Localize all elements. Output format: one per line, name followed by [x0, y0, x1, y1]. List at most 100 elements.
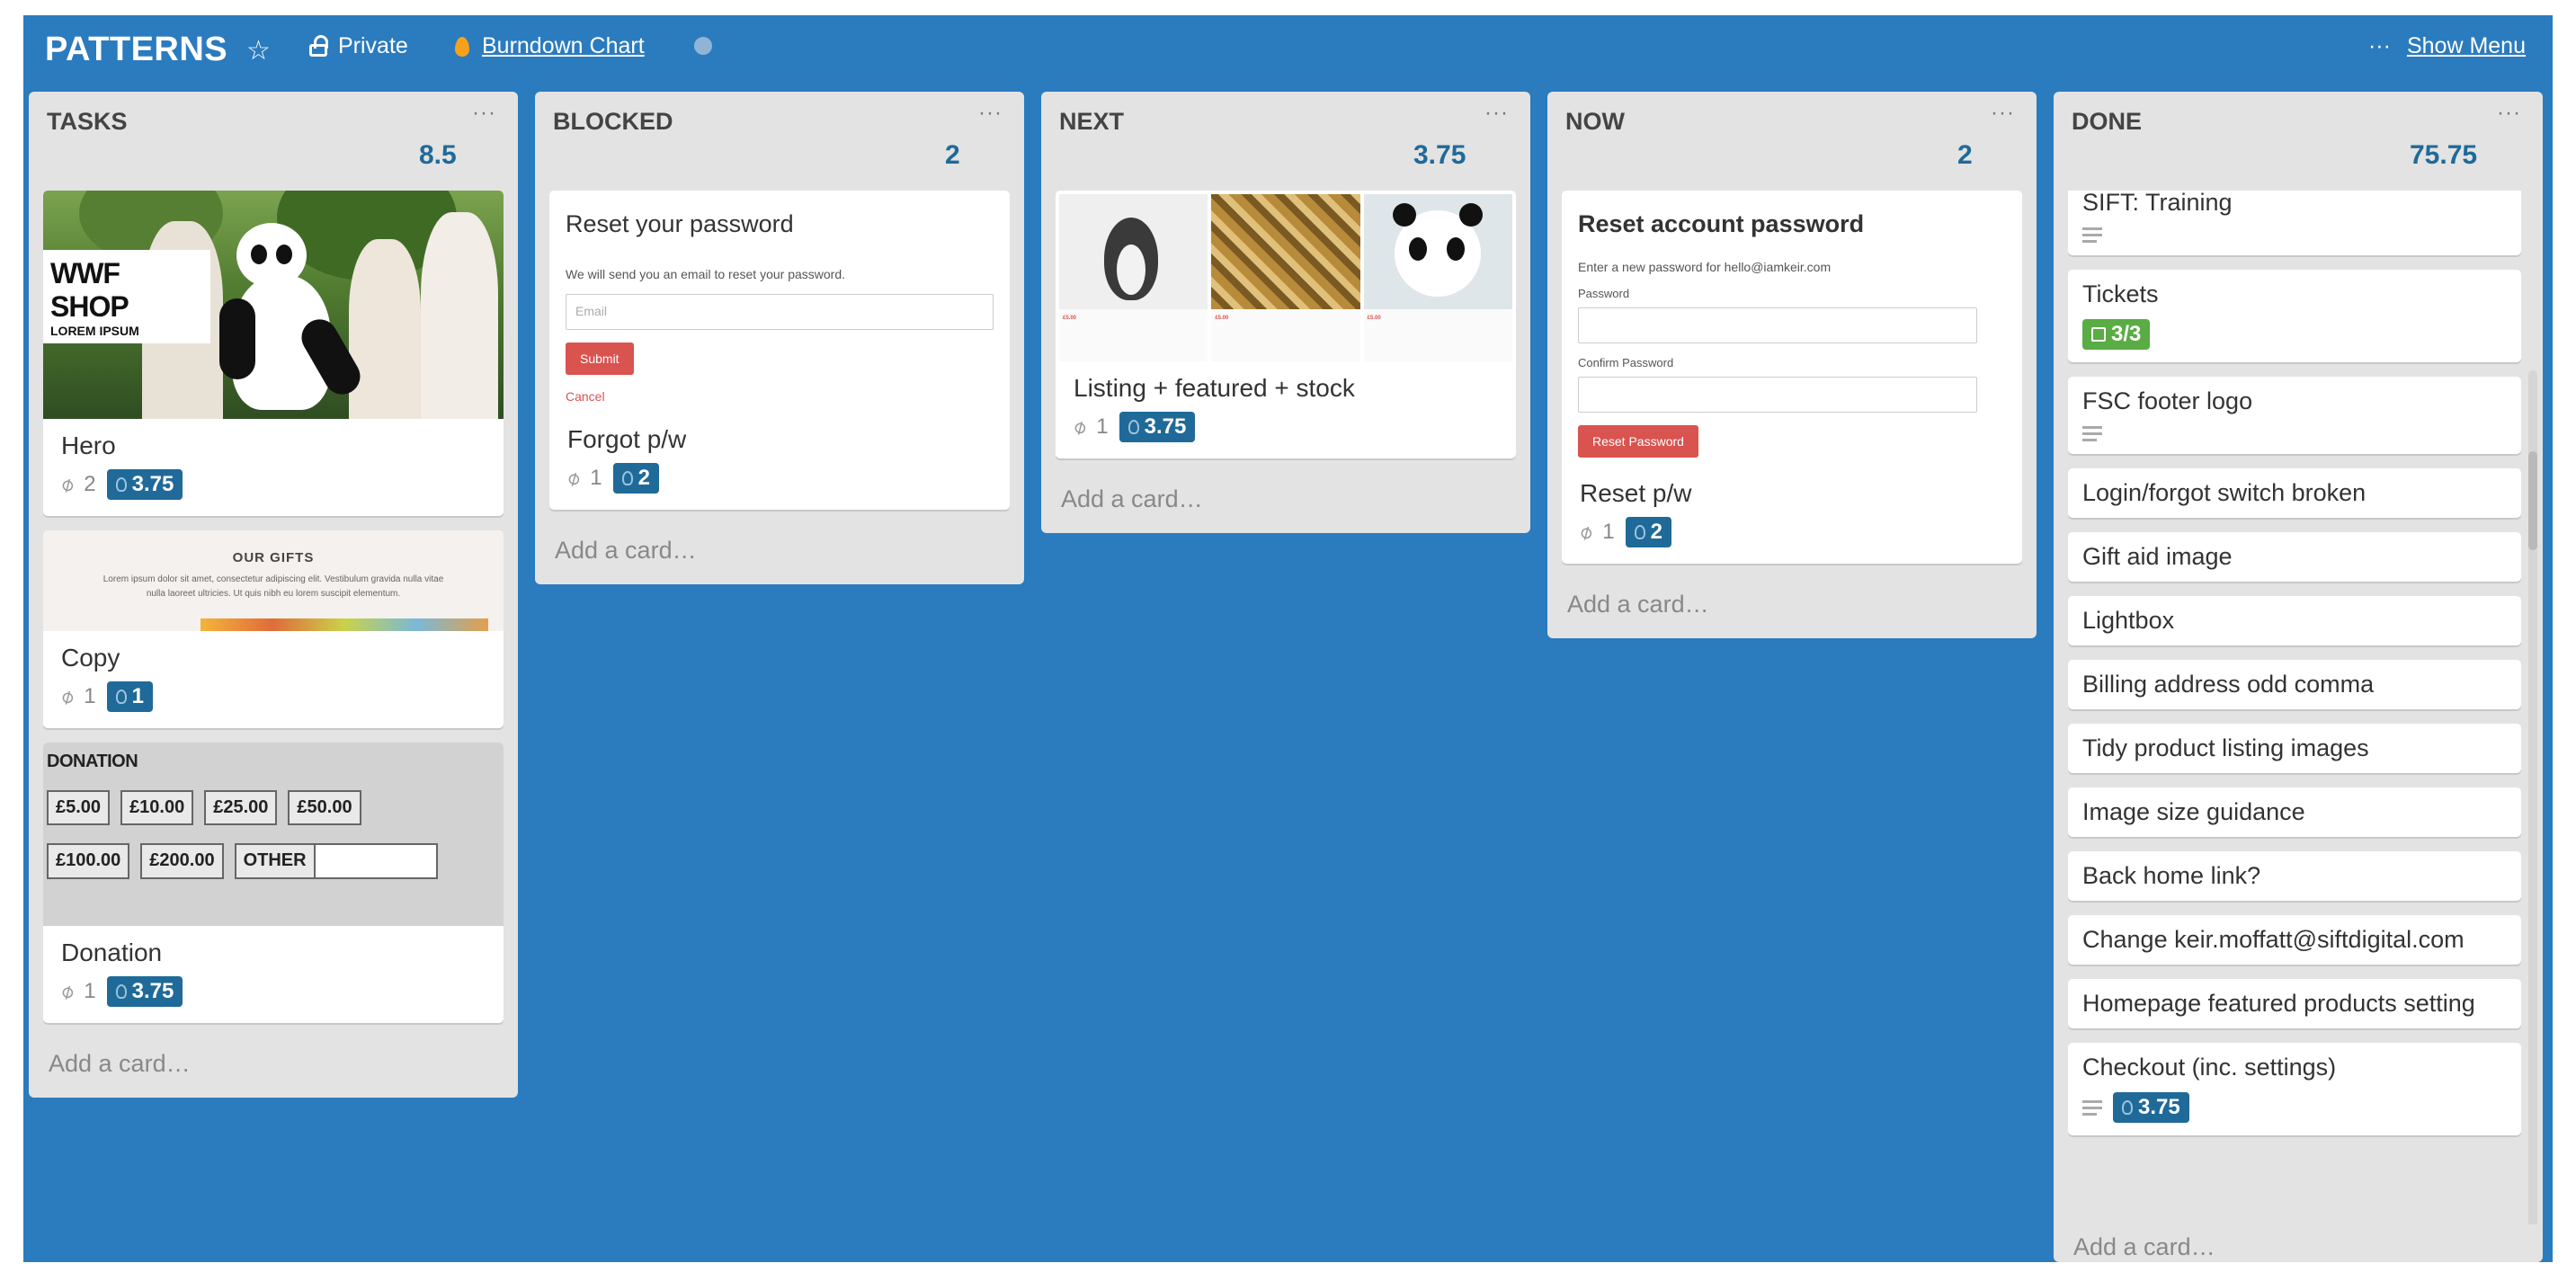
- list-menu-button[interactable]: ···: [472, 101, 496, 126]
- clip-icon: ⌀: [56, 471, 78, 497]
- card-title: Checkout (inc. settings): [2082, 1054, 2337, 1081]
- points-badge: 3.75: [2113, 1092, 2189, 1123]
- cover-text: Enter a new password for hello@iamkeir.c…: [1578, 260, 1832, 274]
- card-title: Listing + featured + stock: [1074, 374, 1355, 402]
- list-name[interactable]: BLOCKED: [553, 108, 673, 136]
- list-name[interactable]: TASKS: [47, 108, 128, 136]
- add-card-button[interactable]: Add a card…: [535, 524, 1024, 584]
- card-lightbox[interactable]: Lightbox: [2068, 596, 2521, 645]
- board-header: PATTERNS ☆ Private Burndown Chart ··· Sh…: [23, 15, 2553, 80]
- add-card-button[interactable]: Add a card…: [1041, 473, 1530, 533]
- card-title: Lightbox: [2082, 607, 2175, 634]
- bulb-icon: [1634, 525, 1645, 539]
- cover-image-strip: [201, 618, 488, 631]
- card-title: Back home link?: [2082, 862, 2261, 889]
- cover-cancel: Cancel: [566, 389, 605, 404]
- list-menu-button[interactable]: ···: [2497, 101, 2521, 126]
- points-badge: 3.75: [106, 976, 183, 1007]
- card-tidy-listing[interactable]: Tidy product listing images: [2068, 724, 2521, 773]
- card-badges: ⌀ 1 2: [1562, 517, 2022, 564]
- card-badges: ⌀ 1 2: [549, 463, 1010, 510]
- list-name[interactable]: NEXT: [1059, 108, 1124, 136]
- burndown-chart-link[interactable]: Burndown Chart: [455, 33, 645, 59]
- card-change-email[interactable]: Change keir.moffatt@siftdigital.com: [2068, 915, 2521, 965]
- card-title: Change keir.moffatt@siftdigital.com: [2082, 926, 2465, 953]
- card-gift-aid[interactable]: Gift aid image: [2068, 532, 2521, 582]
- card-cover-image: WWF SHOP LOREM IPSUM: [43, 191, 504, 419]
- donation-label: DONATION: [47, 752, 138, 771]
- visibility-label: Private: [338, 33, 408, 58]
- board-title[interactable]: PATTERNS: [45, 31, 227, 69]
- card-fsc-footer[interactable]: FSC footer logo: [2068, 377, 2521, 454]
- card-hero[interactable]: WWF SHOP LOREM IPSUM Hero ⌀ 2 3.75: [43, 191, 504, 516]
- list-menu-button[interactable]: ···: [978, 101, 1003, 126]
- add-card-button[interactable]: Add a card…: [29, 1037, 518, 1098]
- description-icon: [2082, 426, 2102, 441]
- clip-icon: ⌀: [56, 978, 78, 1004]
- donation-amount: £10.00: [120, 790, 194, 825]
- card-reset-pw[interactable]: Reset account password Enter a new passw…: [1562, 191, 2022, 564]
- card-title: Copy: [61, 644, 120, 672]
- description-icon: [2082, 227, 2102, 243]
- bulb-icon: [621, 471, 633, 485]
- bulb-icon: [1128, 420, 1139, 434]
- product-tile: £5.00: [1211, 194, 1360, 361]
- add-card-button[interactable]: Add a card…: [1547, 578, 2037, 638]
- donation-amount: £5.00: [47, 790, 111, 825]
- points-value: 2: [1650, 520, 1662, 544]
- card-title: SIFT: Training: [2082, 191, 2233, 216]
- list-name[interactable]: NOW: [1565, 108, 1625, 136]
- card-title: Hero: [61, 431, 116, 459]
- product-meta: £5.00: [1063, 316, 1077, 321]
- points-value: 3.75: [1144, 414, 1187, 439]
- card-donation[interactable]: DONATION £5.00 £10.00 £25.00 £50.00 £100…: [43, 743, 504, 1023]
- card-checkout[interactable]: Checkout (inc. settings) 3.75: [2068, 1043, 2521, 1135]
- star-icon[interactable]: ☆: [246, 35, 271, 67]
- done-card-list: SIFT: Training Tickets 3/3 FSC footer lo…: [2054, 191, 2543, 1224]
- list-menu-button[interactable]: ···: [1991, 101, 2015, 126]
- list-name[interactable]: DONE: [2072, 108, 2142, 136]
- list-points: 75.75: [2410, 140, 2478, 170]
- add-card-button[interactable]: Add a card…: [2054, 1224, 2543, 1281]
- show-menu-button[interactable]: ··· Show Menu: [2368, 33, 2526, 59]
- card-title: Image size guidance: [2082, 798, 2305, 825]
- card-image-size[interactable]: Image size guidance: [2068, 787, 2521, 837]
- cover-confirm-label: Confirm Password: [1578, 356, 1674, 369]
- panda-eye: [276, 245, 292, 264]
- card-cover-image: Reset account password Enter a new passw…: [1562, 191, 2022, 467]
- show-menu-label: Show Menu: [2406, 33, 2526, 58]
- bulb-icon: [115, 477, 127, 492]
- card-cover-image: Reset your password We will send you an …: [549, 191, 1010, 413]
- list-points: 2: [1957, 140, 1973, 170]
- card-badges: ⌀ 1 3.75: [1056, 412, 1516, 458]
- flame-icon: [455, 36, 469, 57]
- card-tickets[interactable]: Tickets 3/3: [2068, 270, 2521, 362]
- checklist-badge: 3/3: [2082, 319, 2151, 350]
- card-homepage-featured[interactable]: Homepage featured products setting: [2068, 979, 2521, 1028]
- list-now: NOW ··· 2 Reset account password Enter a…: [1547, 92, 2037, 638]
- card-billing-comma[interactable]: Billing address odd comma: [2068, 660, 2521, 709]
- checklist-icon: [2091, 327, 2106, 342]
- card-forgot-pw[interactable]: Reset your password We will send you an …: [549, 191, 1010, 510]
- donation-other-input: [315, 843, 438, 879]
- list-menu-button[interactable]: ···: [1484, 101, 1509, 126]
- card-title: Forgot p/w: [567, 425, 687, 453]
- list-next: NEXT ··· 3.75 £5.00 £5.00 £5.00 Listing …: [1041, 92, 1530, 533]
- card-badges: ⌀ 2 3.75: [43, 469, 504, 516]
- menu-dots-icon: ···: [2367, 33, 2391, 58]
- cover-text: We will send you an email to reset your …: [566, 267, 845, 281]
- card-title: Tickets: [2082, 280, 2159, 307]
- cover-heading: OUR GIFTS: [232, 550, 315, 565]
- card-sift-training[interactable]: SIFT: Training: [2068, 191, 2521, 255]
- points-value: 1: [131, 684, 144, 708]
- checklist-value: 3/3: [2111, 322, 2142, 346]
- visibility-button[interactable]: Private: [309, 33, 408, 59]
- list-points: 2: [945, 140, 960, 170]
- list-scroll-thumb[interactable]: [2528, 451, 2537, 550]
- card-back-home[interactable]: Back home link?: [2068, 851, 2521, 901]
- list-header: TASKS ··· 8.5: [29, 92, 518, 191]
- card-copy[interactable]: OUR GIFTS Lorem ipsum dolor sit amet, co…: [43, 530, 504, 728]
- card-listing[interactable]: £5.00 £5.00 £5.00 Listing + featured + s…: [1056, 191, 1516, 458]
- points-badge: 3.75: [106, 469, 183, 500]
- card-login-switch[interactable]: Login/forgot switch broken: [2068, 468, 2521, 518]
